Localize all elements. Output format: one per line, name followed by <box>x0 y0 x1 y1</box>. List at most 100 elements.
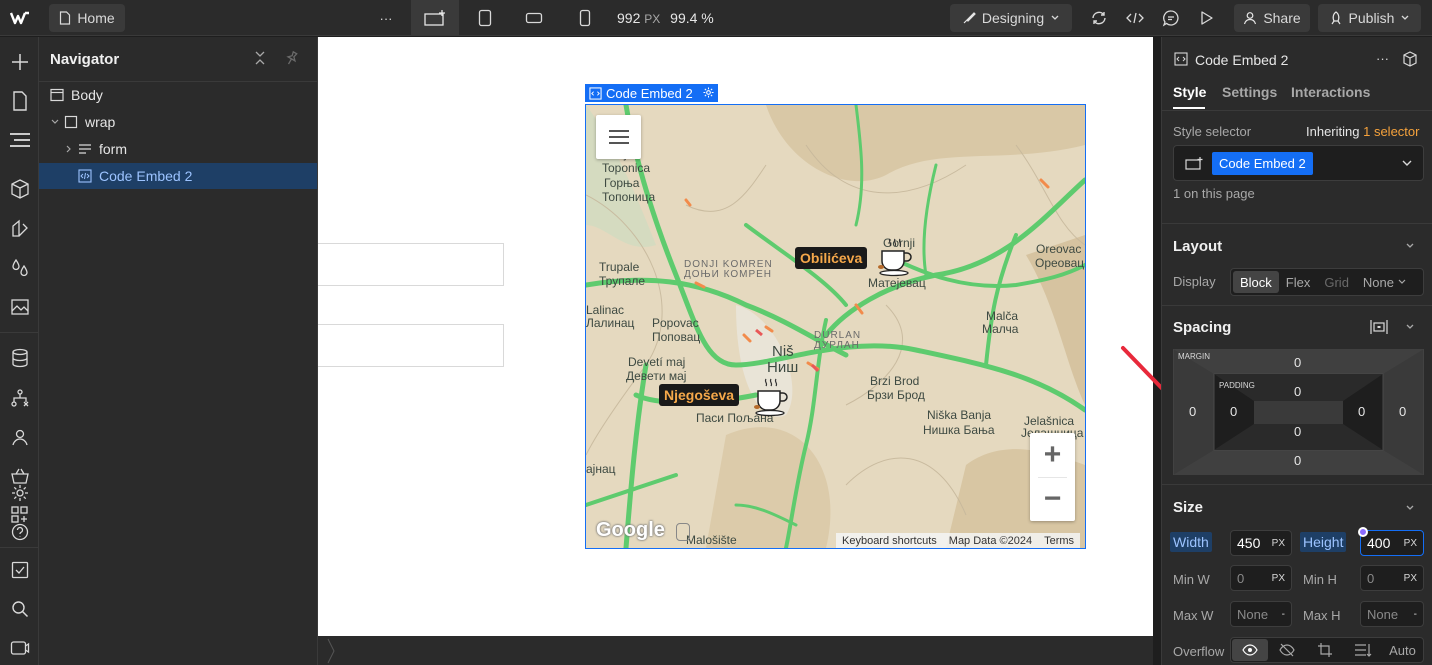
desktop-breakpoint-button[interactable] <box>411 0 459 36</box>
padding-right-value[interactable]: 0 <box>1358 404 1365 419</box>
overflow-scroll-button[interactable] <box>1306 642 1344 658</box>
map-menu-button[interactable] <box>596 115 641 159</box>
cms-button[interactable] <box>9 347 30 368</box>
width-input[interactable]: 450 PX <box>1230 530 1292 556</box>
height-label[interactable]: Height <box>1300 532 1347 552</box>
padding-top-value[interactable]: 0 <box>1294 384 1301 399</box>
nav-item-code-embed[interactable]: Code Embed 2 <box>39 163 317 189</box>
style-selector-field[interactable]: Code Embed 2 <box>1173 145 1424 181</box>
webflow-logo[interactable] <box>8 4 32 32</box>
display-flex-option[interactable]: Flex <box>1279 275 1318 290</box>
min-width-label[interactable]: Min W <box>1173 572 1210 587</box>
tab-interactions[interactable]: Interactions <box>1291 84 1370 100</box>
coffee-marker-icon[interactable] <box>754 377 790 420</box>
overflow-clip-button[interactable] <box>1344 642 1382 658</box>
chevron-down-icon[interactable] <box>50 117 60 127</box>
spacing-preset-icon[interactable] <box>1370 319 1388 335</box>
chevron-down-icon[interactable] <box>1401 159 1413 167</box>
padding-left-value[interactable]: 0 <box>1230 404 1237 419</box>
map-marker-label[interactable]: Njegoševa <box>659 384 740 406</box>
display-grid-option[interactable]: Grid <box>1317 275 1356 290</box>
layout-section-title[interactable]: Layout <box>1173 238 1222 255</box>
users-button[interactable] <box>9 426 30 447</box>
map-embed[interactable]: Donja Toponica Горња Топоница DONJI KOMR… <box>585 104 1086 549</box>
spacing-section-title[interactable]: Spacing <box>1173 319 1231 336</box>
overflow-hidden-button[interactable] <box>1268 643 1306 657</box>
height-unit[interactable]: PX <box>1404 538 1417 549</box>
min-width-input[interactable]: 0 PX <box>1230 565 1292 591</box>
pin-panel-button[interactable] <box>285 50 299 69</box>
mode-dropdown[interactable]: Designing <box>950 4 1072 32</box>
mobile-landscape-button[interactable] <box>521 4 547 32</box>
max-width-label[interactable]: Max W <box>1173 608 1213 623</box>
help-button[interactable] <box>9 521 30 542</box>
overflow-auto-button[interactable]: Auto <box>1382 643 1423 658</box>
chevron-right-icon[interactable] <box>64 144 74 154</box>
keyboard-shortcuts-link[interactable]: Keyboard shortcuts <box>842 535 937 547</box>
form-input-field[interactable] <box>318 243 504 286</box>
height-input[interactable]: 400 PX <box>1360 530 1424 556</box>
width-label[interactable]: Width <box>1170 532 1212 552</box>
tablet-breakpoint-button[interactable] <box>472 4 498 32</box>
margin-right-value[interactable]: 0 <box>1399 404 1406 419</box>
navigator-button[interactable] <box>0 125 39 155</box>
component-cube-icon[interactable] <box>1402 51 1418 67</box>
max-height-label[interactable]: Max H <box>1303 608 1341 623</box>
max-width-unit[interactable]: - <box>1282 609 1285 620</box>
max-height-input[interactable]: None - <box>1360 601 1424 627</box>
inheriting-info[interactable]: Inheriting 1 selector <box>1306 124 1419 139</box>
min-height-label[interactable]: Min H <box>1303 572 1337 587</box>
style-selectors-button[interactable] <box>9 218 30 239</box>
logic-button[interactable] <box>9 387 30 408</box>
home-page-button[interactable]: Home <box>49 4 125 32</box>
components-button[interactable] <box>9 178 30 199</box>
margin-bottom-value[interactable]: 0 <box>1294 453 1301 468</box>
zoom-out-button[interactable]: − <box>1030 477 1075 521</box>
share-button[interactable]: Share <box>1234 4 1310 32</box>
pages-button[interactable] <box>9 90 30 111</box>
terms-link[interactable]: Terms <box>1044 535 1074 547</box>
size-section-title[interactable]: Size <box>1173 499 1203 516</box>
zoom-in-button[interactable]: + <box>1030 433 1075 477</box>
inheriting-count[interactable]: 1 selector <box>1363 124 1419 139</box>
max-width-input[interactable]: None - <box>1230 601 1292 627</box>
min-height-input[interactable]: 0 PX <box>1360 565 1424 591</box>
min-height-unit[interactable]: PX <box>1404 573 1417 584</box>
audit-button[interactable] <box>9 559 30 580</box>
settings-button[interactable] <box>9 482 30 503</box>
selected-element-tag[interactable]: Code Embed 2 <box>585 84 718 102</box>
search-button[interactable] <box>9 598 30 619</box>
padding-bottom-value[interactable]: 0 <box>1294 424 1301 439</box>
element-more-button[interactable]: ··· <box>1376 51 1389 66</box>
element-settings-icon[interactable] <box>703 86 714 101</box>
preview-button[interactable] <box>1194 4 1220 32</box>
map-marker-label[interactable]: Obilićeva <box>795 247 868 269</box>
display-none-option[interactable]: None <box>1356 275 1398 290</box>
width-unit[interactable]: PX <box>1272 538 1285 549</box>
publish-button[interactable]: Publish <box>1318 4 1421 32</box>
video-tutorials-button[interactable] <box>9 637 30 658</box>
more-options-button[interactable]: ··· <box>372 4 400 32</box>
variables-button[interactable] <box>9 257 30 278</box>
min-width-unit[interactable]: PX <box>1272 573 1285 584</box>
pegman-icon[interactable] <box>676 523 690 541</box>
tab-settings[interactable]: Settings <box>1222 84 1277 100</box>
overflow-label[interactable]: Overflow <box>1173 644 1224 659</box>
design-canvas[interactable]: Code Embed 2 Toponica Горња Топоница DON… <box>318 37 1153 636</box>
margin-top-value[interactable]: 0 <box>1294 355 1301 370</box>
max-height-unit[interactable]: - <box>1414 609 1417 620</box>
tab-style[interactable]: Style <box>1173 84 1206 100</box>
selector-chip[interactable]: Code Embed 2 <box>1212 151 1313 175</box>
add-element-button[interactable] <box>9 51 30 72</box>
chevron-down-icon[interactable] <box>1405 504 1415 512</box>
variable-indicator-dot[interactable] <box>1358 527 1368 537</box>
assets-button[interactable] <box>9 296 30 317</box>
display-block-option[interactable]: Block <box>1233 271 1279 293</box>
chevron-down-icon[interactable] <box>1398 279 1406 285</box>
form-input-field[interactable] <box>318 324 504 367</box>
comments-button[interactable] <box>1158 4 1184 32</box>
chevron-down-icon[interactable] <box>1405 242 1415 250</box>
nav-item-body[interactable]: Body <box>39 82 317 108</box>
nav-item-form[interactable]: form <box>39 136 317 162</box>
coffee-marker-icon[interactable] <box>878 237 914 280</box>
